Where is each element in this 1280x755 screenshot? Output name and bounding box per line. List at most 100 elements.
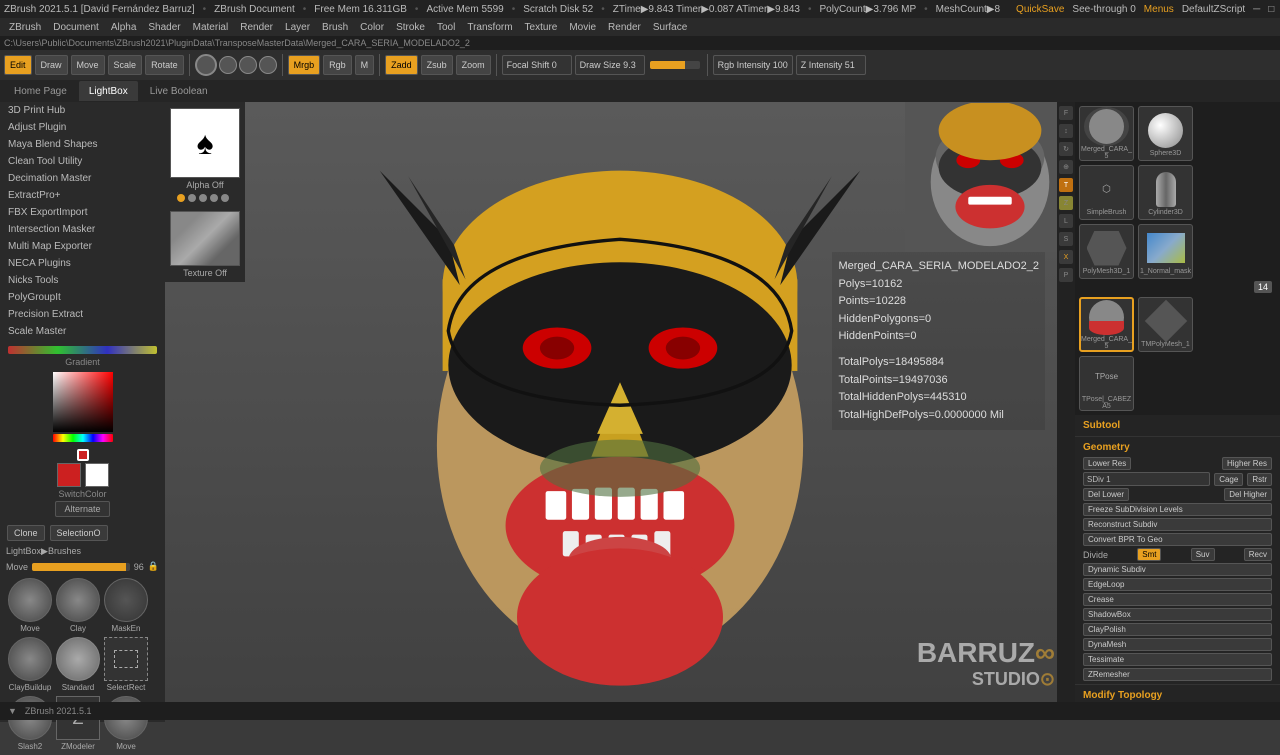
tab-lightbox[interactable]: LightBox	[79, 81, 138, 101]
thumb-tpose-cabeza[interactable]: TPose TPose|_CABEZA5	[1079, 356, 1134, 411]
rgb-btn[interactable]: Rgb	[323, 55, 352, 75]
clone-btn[interactable]: Clone	[7, 525, 45, 541]
plugin-fbx[interactable]: FBX ExportImport	[0, 204, 165, 221]
plugin-intersection[interactable]: Intersection Masker	[0, 221, 165, 238]
color-indicator[interactable]	[77, 449, 89, 461]
sdiv-slider[interactable]: SDiv 1	[1083, 472, 1210, 486]
menu-movie[interactable]: Movie	[564, 21, 601, 34]
primary-color[interactable]	[57, 463, 81, 487]
move-slider[interactable]	[32, 563, 130, 571]
rstr-btn[interactable]: Rstr	[1247, 473, 1272, 486]
side-icon-persp[interactable]: P	[1059, 268, 1073, 282]
move-lock[interactable]: 🔒	[148, 561, 159, 572]
menu-document[interactable]: Document	[48, 21, 104, 34]
side-icon-zbrus[interactable]: Z	[1059, 196, 1073, 210]
plugin-precision[interactable]: Precision Extract	[0, 306, 165, 323]
edit-btn[interactable]: Edit	[4, 55, 32, 75]
reconstruct-subdiv-btn[interactable]: Reconstruct Subdiv	[1083, 518, 1272, 531]
menu-render2[interactable]: Render	[603, 21, 646, 34]
recv-btn[interactable]: Recv	[1244, 548, 1272, 561]
alpha-label[interactable]: Alpha Off	[169, 180, 241, 190]
tessimate-btn[interactable]: Tessimate	[1083, 653, 1272, 666]
menu-zbrush[interactable]: ZBrush	[4, 21, 46, 34]
thumb-polymesh3d[interactable]: PolyMesh3D_1	[1079, 224, 1134, 279]
mrgb-btn[interactable]: Mrgb	[288, 55, 321, 75]
hue-strip[interactable]	[53, 434, 113, 442]
plugin-3d-print[interactable]: 3D Print Hub	[0, 102, 165, 119]
z-remesher-btn[interactable]: ZRemesher	[1083, 668, 1272, 681]
higher-res-btn[interactable]: Higher Res	[1222, 457, 1272, 470]
thumb-merged-cara-active[interactable]: Merged_CARA_5	[1079, 297, 1134, 352]
brush-move[interactable]: Move	[8, 578, 52, 633]
plugin-scale[interactable]: Scale Master	[0, 323, 165, 340]
menu-render[interactable]: Render	[235, 21, 278, 34]
menus-btn[interactable]: Menus	[1144, 4, 1174, 15]
thumb-cylinder3d[interactable]: Cylinder3D	[1138, 165, 1193, 220]
default-script[interactable]: DefaultZScript	[1182, 4, 1245, 15]
side-icon-xray[interactable]: X	[1059, 250, 1073, 264]
secondary-color[interactable]	[85, 463, 109, 487]
selection-btn[interactable]: SelectionO	[50, 525, 108, 541]
brush-standard[interactable]: Standard	[56, 637, 100, 692]
quicksave-btn[interactable]: QuickSave	[1016, 4, 1064, 15]
dot-5[interactable]	[221, 194, 229, 202]
menu-material[interactable]: Material	[188, 21, 234, 34]
zsub-btn[interactable]: Zsub	[421, 55, 453, 75]
menu-texture[interactable]: Texture	[520, 21, 563, 34]
alpha-preview[interactable]: ♠	[170, 108, 240, 178]
menu-shader[interactable]: Shader	[143, 21, 185, 34]
clay-polish-btn[interactable]: ClayPolish	[1083, 623, 1272, 636]
edge-loop-btn[interactable]: EdgeLoop	[1083, 578, 1272, 591]
side-icon-rotate[interactable]: ↻	[1059, 142, 1073, 156]
scale-btn[interactable]: Scale	[108, 55, 143, 75]
dot-2[interactable]	[188, 194, 196, 202]
del-higher-btn[interactable]: Del Higher	[1224, 488, 1272, 501]
rotate-btn[interactable]: Rotate	[145, 55, 184, 75]
subtool-title[interactable]: Subtool	[1079, 417, 1276, 434]
brush-alt-2[interactable]	[239, 56, 257, 74]
shadow-box-btn[interactable]: ShadowBox	[1083, 608, 1272, 621]
dot-1[interactable]	[177, 194, 185, 202]
thumb-simple-brush[interactable]: ⬡ SimpleBrush	[1079, 165, 1134, 220]
thumb-normal-mask[interactable]: 1_Normal_mask	[1138, 224, 1193, 279]
dyna-mesh-btn[interactable]: DynaMesh	[1083, 638, 1272, 651]
plugin-adjust[interactable]: Adjust Plugin	[0, 119, 165, 136]
convert-bpr-btn[interactable]: Convert BPR To Geo	[1083, 533, 1272, 546]
rgb-intensity-slider[interactable]: Rgb Intensity 100	[713, 55, 793, 75]
brush-shape-btn[interactable]	[195, 54, 217, 76]
minimize-btn[interactable]: ─	[1253, 4, 1260, 15]
side-icon-tang[interactable]: T	[1059, 178, 1073, 192]
smt-btn[interactable]: Smt	[1137, 548, 1161, 561]
dynamic-subdiv-btn[interactable]: Dynamic Subdiv	[1083, 563, 1272, 576]
see-through[interactable]: See-through 0	[1072, 4, 1135, 15]
menu-surface[interactable]: Surface	[648, 21, 692, 34]
brush-alt-3[interactable]	[259, 56, 277, 74]
draw-btn[interactable]: Draw	[35, 55, 68, 75]
del-lower-btn[interactable]: Del Lower	[1083, 488, 1129, 501]
plugin-clean-tool[interactable]: Clean Tool Utility	[0, 153, 165, 170]
texture-preview[interactable]	[170, 211, 240, 266]
side-icon-frame[interactable]: F	[1059, 106, 1073, 120]
draw-size-slider[interactable]: Draw Size 9.3	[575, 55, 645, 75]
texture-label[interactable]: Texture Off	[169, 268, 241, 278]
freeze-subdiv-btn[interactable]: Freeze SubDivision Levels	[1083, 503, 1272, 516]
dot-4[interactable]	[210, 194, 218, 202]
lightbox-brushes[interactable]: LightBox▶Brushes	[4, 544, 161, 559]
zadd-btn[interactable]: Zadd	[385, 55, 418, 75]
move-btn[interactable]: Move	[71, 55, 105, 75]
plugin-neca[interactable]: NECA Plugins	[0, 255, 165, 272]
plugin-maya-blend[interactable]: Maya Blend Shapes	[0, 136, 165, 153]
menu-brush[interactable]: Brush	[317, 21, 353, 34]
plugin-polygroupit[interactable]: PolyGroupIt	[0, 289, 165, 306]
plugin-decimation[interactable]: Decimation Master	[0, 170, 165, 187]
menu-alpha[interactable]: Alpha	[106, 21, 142, 34]
brush-selectrect[interactable]: SelectRect	[104, 637, 148, 692]
menu-stroke[interactable]: Stroke	[391, 21, 430, 34]
thumb-merged-cara[interactable]: Merged_CARA_5	[1079, 106, 1134, 161]
suv-btn[interactable]: Suv	[1191, 548, 1215, 561]
z-intensity-slider[interactable]: Z Intensity 51	[796, 55, 866, 75]
menu-color[interactable]: Color	[355, 21, 389, 34]
plugin-extractpro[interactable]: ExtractPro+	[0, 187, 165, 204]
geometry-title[interactable]: Geometry	[1079, 439, 1276, 456]
menu-tool[interactable]: Tool	[432, 21, 460, 34]
